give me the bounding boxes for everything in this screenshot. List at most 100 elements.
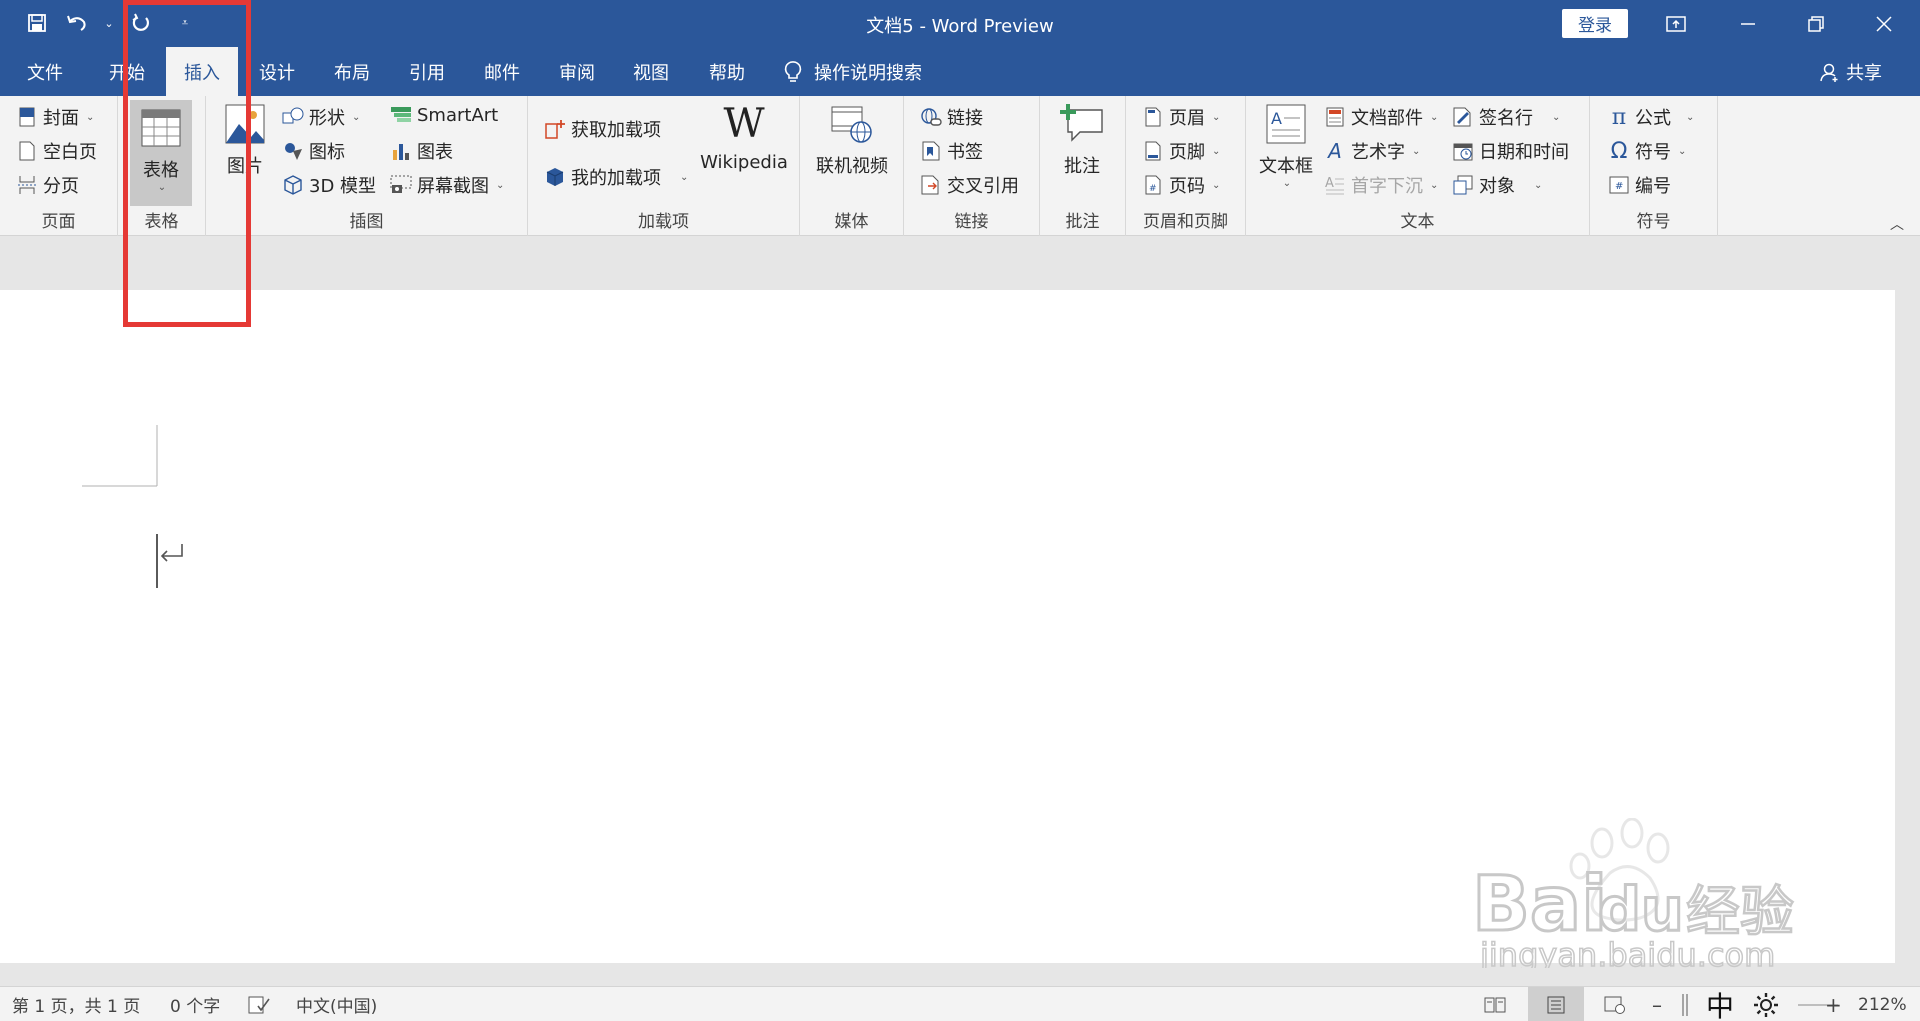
symbol-button[interactable]: Ω 符号 ⌄	[1608, 138, 1687, 164]
chevron-down-icon: ⌄	[352, 111, 361, 123]
watermark-brand: Bai	[1472, 859, 1607, 948]
svg-text:A: A	[1325, 176, 1334, 191]
person-icon	[1820, 63, 1838, 82]
vertical-scrollbar[interactable]	[1895, 237, 1920, 986]
my-addins-button[interactable]: 我的加载项 ⌄	[544, 164, 688, 190]
status-bar: 第 1 页，共 1 页 0 个字 中文(中国) – 中 + 212%	[0, 986, 1920, 1021]
quick-parts-icon	[1324, 106, 1346, 128]
icons-icon	[282, 140, 304, 162]
read-mode-icon[interactable]	[1484, 987, 1506, 1021]
group-header-footer: 页眉 ⌄ 页脚 ⌄ # 页码 ⌄ 页眉和页脚	[1126, 96, 1246, 236]
cover-page-button[interactable]: 封面 ⌄	[16, 104, 94, 130]
chart-button[interactable]: 图表	[390, 138, 453, 164]
share-button[interactable]: 共享	[1820, 47, 1882, 96]
minimize-icon[interactable]	[1722, 0, 1774, 47]
group-addins: 获取加载项 我的加载项 ⌄ W Wikipedia 加载项	[528, 96, 800, 236]
online-video-label: 联机视频	[816, 156, 888, 177]
tab-design[interactable]: 设计	[242, 47, 312, 96]
ribbon-tabs: 文件 开始 插入 设计 布局 引用 邮件 审阅 视图 帮助 操作说明搜索 共享	[0, 47, 1920, 96]
wordart-icon: A	[1328, 139, 1342, 163]
date-time-button[interactable]: 日期和时间	[1452, 138, 1569, 164]
signature-icon	[1452, 106, 1474, 128]
settings-gear-icon[interactable]	[1752, 987, 1780, 1021]
icons-button[interactable]: 图标	[282, 138, 345, 164]
ribbon-display-options-icon[interactable]	[1650, 0, 1702, 47]
cover-page-label: 封面	[43, 108, 79, 129]
lightbulb-icon	[784, 60, 802, 82]
tab-file[interactable]: 文件	[10, 47, 80, 96]
3d-models-label: 3D 模型	[309, 176, 377, 197]
equation-button[interactable]: π 公式 ⌄	[1608, 104, 1695, 130]
chevron-down-icon: ⌄	[1212, 179, 1221, 191]
collapse-ribbon-icon[interactable]: ︿	[1890, 214, 1904, 234]
get-addins-label: 获取加载项	[571, 120, 661, 141]
table-button-highlight	[123, 0, 251, 327]
close-icon[interactable]	[1858, 0, 1910, 47]
restore-icon[interactable]	[1790, 0, 1842, 47]
number-button[interactable]: # 编号	[1608, 172, 1671, 198]
group-comments: 批注 批注	[1040, 96, 1126, 236]
online-video-button[interactable]: 联机视频	[812, 102, 892, 178]
ime-indicator[interactable]: 中	[1706, 987, 1734, 1021]
proofing-icon[interactable]	[248, 987, 270, 1021]
group-label-header-footer: 页眉和页脚	[1143, 212, 1228, 232]
header-button[interactable]: 页眉 ⌄	[1142, 104, 1220, 130]
bookmark-button[interactable]: 书签	[920, 138, 983, 164]
textbox-button[interactable]: A 文本框 ⌄	[1258, 102, 1314, 189]
cross-reference-button[interactable]: 交叉引用	[920, 172, 1019, 198]
zoom-in-icon[interactable]: +	[1825, 987, 1842, 1021]
new-comment-button[interactable]: 批注	[1052, 102, 1112, 178]
tab-view[interactable]: 视图	[616, 47, 686, 96]
shapes-button[interactable]: 形状 ⌄	[282, 104, 360, 130]
page-break-icon	[16, 174, 38, 196]
chevron-down-icon: ⌄	[1686, 111, 1695, 123]
link-icon	[920, 106, 942, 128]
tab-help[interactable]: 帮助	[692, 47, 762, 96]
number-label: 编号	[1635, 176, 1671, 197]
watermark-du: du	[1598, 875, 1684, 945]
wikipedia-button[interactable]: W Wikipedia	[696, 101, 792, 173]
page-break-button[interactable]: 分页	[16, 172, 79, 198]
zoom-level[interactable]: 212%	[1858, 987, 1907, 1021]
group-links: 链接 书签 交叉引用 链接	[904, 96, 1040, 236]
smartart-button[interactable]: SmartArt	[390, 104, 498, 126]
tab-review[interactable]: 审阅	[542, 47, 612, 96]
date-time-label: 日期和时间	[1479, 142, 1569, 163]
tell-me-label: 操作说明搜索	[814, 62, 922, 84]
get-addins-button[interactable]: 获取加载项	[544, 116, 661, 142]
web-layout-icon[interactable]	[1604, 987, 1626, 1021]
chevron-down-icon: ⌄	[1678, 145, 1687, 157]
tab-layout[interactable]: 布局	[317, 47, 387, 96]
chevron-down-icon: ⌄	[496, 179, 505, 191]
page-number-button[interactable]: # 页码 ⌄	[1142, 172, 1220, 198]
wordart-button[interactable]: A 艺术字 ⌄	[1324, 138, 1420, 164]
print-layout-icon[interactable]	[1528, 987, 1584, 1021]
3d-models-button[interactable]: 3D 模型	[282, 172, 376, 198]
signature-line-button[interactable]: 签名行 ⌄	[1452, 104, 1560, 130]
tab-references[interactable]: 引用	[392, 47, 462, 96]
textbox-label: 文本框	[1259, 156, 1313, 177]
tab-mailings[interactable]: 邮件	[467, 47, 537, 96]
footer-button[interactable]: 页脚 ⌄	[1142, 138, 1220, 164]
blank-page-button[interactable]: 空白页	[16, 138, 97, 164]
my-addins-label: 我的加载项	[571, 168, 661, 189]
tell-me-search[interactable]: 操作说明搜索	[784, 47, 922, 96]
page-count[interactable]: 第 1 页，共 1 页	[12, 987, 140, 1021]
login-button[interactable]: 登录	[1562, 9, 1628, 38]
number-icon: #	[1608, 174, 1630, 196]
link-button[interactable]: 链接	[920, 104, 983, 130]
page-break-label: 分页	[43, 176, 79, 197]
wikipedia-icon: W	[723, 101, 765, 147]
quick-parts-button[interactable]: 文档部件 ⌄	[1324, 104, 1438, 130]
title-bar: ⌄ ⩡ 文档5 - Word Preview 登录	[0, 0, 1920, 47]
drop-cap-button[interactable]: A 首字下沉 ⌄	[1324, 172, 1438, 198]
drop-cap-label: 首字下沉	[1351, 176, 1423, 197]
word-count[interactable]: 0 个字	[170, 987, 220, 1021]
language-indicator[interactable]: 中文(中国)	[296, 987, 377, 1021]
watermark-cn: 经验	[1686, 880, 1794, 943]
wordart-label: 艺术字	[1351, 142, 1405, 163]
chevron-down-icon: ⌄	[1282, 178, 1292, 189]
object-button[interactable]: 对象 ⌄	[1452, 172, 1542, 198]
zoom-out-icon[interactable]: –	[1652, 987, 1662, 1021]
screenshot-button[interactable]: 屏幕截图 ⌄	[390, 172, 504, 198]
